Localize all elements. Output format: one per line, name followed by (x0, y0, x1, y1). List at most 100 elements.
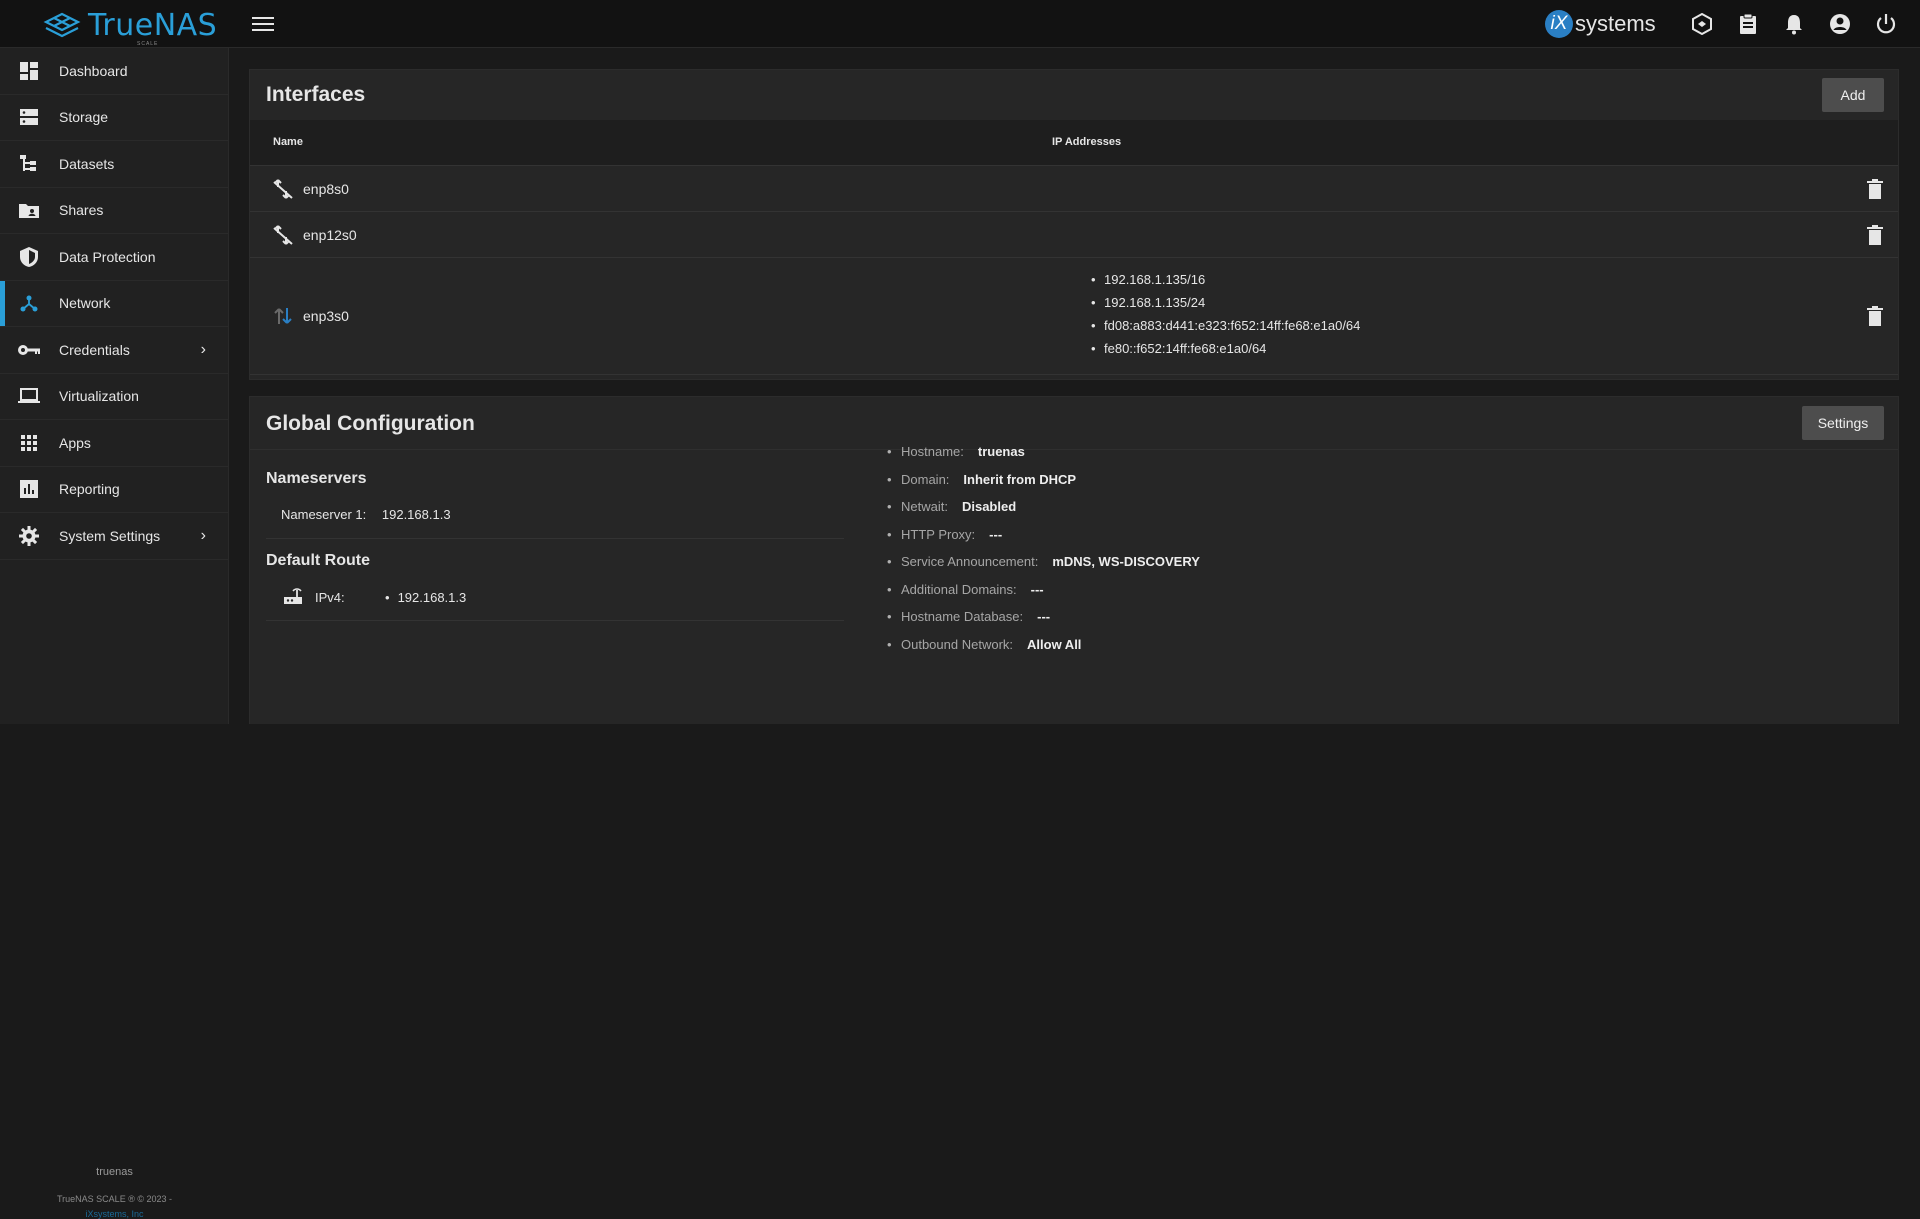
nameserver-1-key: Nameserver 1: (281, 507, 367, 522)
settings-button[interactable]: Settings (1802, 406, 1884, 440)
sidebar-item-label: Reporting (59, 481, 120, 498)
truecommand-icon[interactable] (1690, 12, 1714, 36)
info-key: Hostname: (901, 444, 964, 459)
sidebar-item-reporting[interactable]: Reporting (0, 467, 228, 513)
ipv4-key: IPv4: (315, 590, 345, 605)
sidebar-item-apps[interactable]: Apps (0, 420, 228, 467)
datasets-icon (18, 153, 40, 175)
interfaces-title: Interfaces (266, 83, 366, 106)
table-row[interactable]: enp8s0 (250, 166, 1898, 212)
ix-mark: iX (1545, 10, 1573, 38)
edition-label: SCALE (137, 41, 159, 47)
add-interface-button[interactable]: Add (1822, 78, 1884, 112)
sidebar-item-shares[interactable]: Shares (0, 188, 228, 234)
truenas-logo[interactable]: TrueNAS SCALE (42, 8, 218, 47)
key-icon (18, 339, 40, 361)
info-key: Hostname Database: (901, 609, 1024, 624)
interface-name: enp3s0 (303, 308, 349, 324)
hostname-database-item: Hostname Database: --- (887, 609, 1200, 637)
ip-address: fe80::f652:14ff:fe68:e1a0/64 (1091, 341, 1360, 364)
shield-icon (18, 246, 40, 268)
chart-icon (18, 478, 40, 500)
brand-name: TrueNAS (88, 8, 218, 43)
ip-address-list: 192.168.1.135/16 192.168.1.135/24 fd08:a… (1091, 272, 1360, 364)
menu-toggle-icon[interactable] (252, 14, 274, 34)
interface-name: enp12s0 (303, 227, 357, 243)
info-value: --- (989, 526, 1003, 542)
column-header-name[interactable]: Name (273, 136, 303, 148)
sidebar-item-credentials[interactable]: Credentials › (0, 327, 228, 374)
truenas-logo-icon (43, 12, 81, 37)
sidebar-item-dashboard[interactable]: Dashboard (0, 48, 228, 95)
delete-icon[interactable] (1866, 179, 1884, 199)
router-icon (284, 588, 302, 604)
sidebar-item-label: Shares (59, 202, 104, 219)
sidebar-item-label: Credentials (59, 341, 130, 358)
table-row[interactable]: enp3s0 192.168.1.135/16 192.168.1.135/24… (250, 258, 1898, 375)
network-icon (18, 292, 40, 314)
sidebar-item-data-protection[interactable]: Data Protection (0, 234, 228, 281)
delete-icon[interactable] (1866, 225, 1884, 245)
sidebar-item-label: Apps (59, 434, 91, 451)
chevron-right-icon: › (200, 340, 206, 358)
ip-address: fd08:a883:d441:e323:f652:14ff:fe68:e1a0/… (1091, 318, 1360, 341)
ipv4-row: IPv4: (315, 590, 345, 605)
sidebar-hostname: truenas (96, 1165, 133, 1178)
sidebar-item-storage[interactable]: Storage (0, 95, 228, 141)
company-link[interactable]: iXsystems, Inc (0, 1209, 229, 1219)
sidebar-item-label: Network (59, 295, 111, 312)
info-value: Allow All (1027, 636, 1082, 652)
service-announcement-item: Service Announcement: mDNS, WS-DISCOVERY (887, 554, 1200, 582)
info-key: Additional Domains: (901, 581, 1017, 597)
chevron-right-icon: › (200, 526, 206, 544)
sidebar-item-network[interactable]: Network (0, 280, 228, 327)
bullet: • (385, 590, 390, 605)
ixsystems-logo[interactable]: iX systems (1545, 10, 1656, 38)
bell-icon[interactable] (1782, 12, 1806, 36)
shares-icon (18, 199, 40, 221)
info-value: truenas (977, 444, 1025, 459)
sidebar-item-datasets[interactable]: Datasets (0, 141, 228, 188)
interface-name: enp8s0 (303, 181, 349, 197)
top-bar: TrueNAS SCALE iX systems (0, 0, 1920, 48)
ip-address: 192.168.1.135/16 (1091, 272, 1360, 295)
interfaces-card: Interfaces Add Name IP Addresses enp8s0 … (249, 69, 1899, 380)
sidebar-item-system-settings[interactable]: System Settings › (0, 513, 228, 560)
default-route-heading: Default Route (266, 552, 370, 569)
ipv4-value: 192.168.1.3 (397, 590, 467, 605)
info-value: --- (1037, 609, 1051, 624)
link-up-icon (274, 308, 292, 324)
table-row[interactable]: enp12s0 (250, 212, 1898, 258)
global-info-list: Hostname: truenas Domain: Inherit from DHC… (887, 444, 1200, 664)
sidebar-item-label: Datasets (59, 155, 115, 172)
netwait-item: Netwait: Disabled (887, 499, 1200, 527)
nameservers-heading: Nameservers (266, 470, 367, 487)
account-icon[interactable] (1828, 12, 1852, 36)
laptop-icon (18, 385, 40, 407)
info-key: HTTP Proxy: (901, 526, 976, 542)
global-configuration-card: Global Configuration Settings Nameserver… (249, 396, 1899, 724)
delete-icon[interactable] (1866, 306, 1884, 326)
sidebar-item-virtualization[interactable]: Virtualization (0, 374, 228, 420)
apps-grid-icon (18, 432, 40, 454)
column-header-ip[interactable]: IP Addresses (1052, 136, 1121, 148)
sidebar-item-label: Virtualization (59, 388, 139, 405)
nameserver-1-row: Nameserver 1: 192.168.1.3 (281, 507, 451, 522)
global-configuration-title: Global Configuration (266, 412, 475, 435)
nameserver-1-value: 192.168.1.3 (381, 507, 451, 522)
sidebar-item-label: Data Protection (59, 248, 156, 265)
divider (266, 620, 844, 621)
sidebar-item-label: Storage (59, 109, 109, 126)
info-key: Domain: (901, 471, 950, 487)
copyright-text: TrueNAS SCALE ® © 2023 - (57, 1193, 172, 1204)
power-icon[interactable] (1874, 12, 1898, 36)
sidebar-item-label: System Settings (59, 527, 161, 544)
info-value: Disabled (961, 499, 1017, 514)
sidebar-item-label: Dashboard (59, 62, 128, 79)
additional-domains-item: Additional Domains: --- (887, 582, 1200, 610)
hostname-item: Hostname: truenas (887, 444, 1200, 472)
link-down-icon (273, 225, 293, 245)
jobs-clipboard-icon[interactable] (1736, 12, 1760, 36)
sidebar: Dashboard Storage Datasets Shares Data P… (0, 48, 229, 1219)
info-key: Netwait: (901, 499, 948, 514)
